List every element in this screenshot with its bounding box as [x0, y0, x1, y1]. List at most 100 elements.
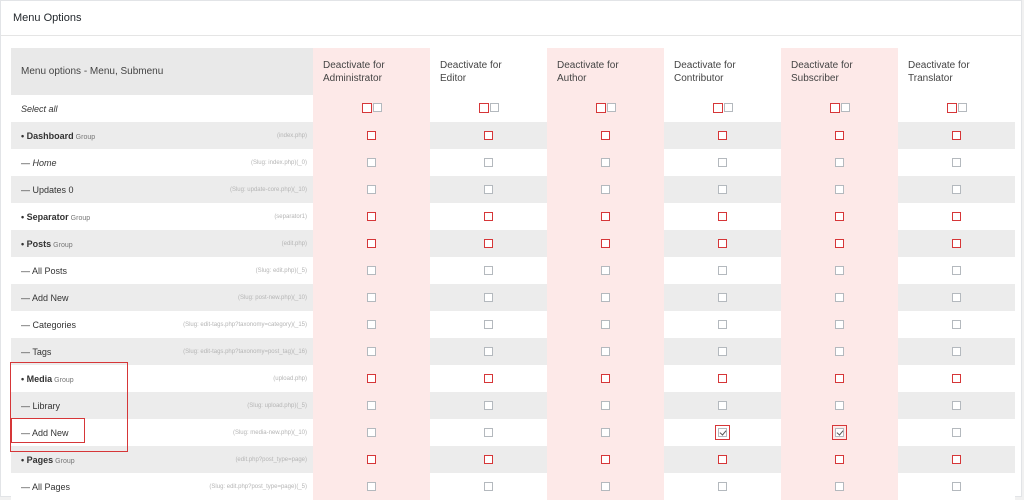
deactivate-checkbox[interactable] — [835, 400, 844, 410]
deactivate-checkbox[interactable] — [484, 319, 493, 329]
deactivate-checkbox[interactable] — [952, 400, 961, 410]
deactivate-checkbox[interactable] — [367, 184, 376, 194]
deactivate-checkbox[interactable] — [952, 157, 961, 167]
deactivate-checkbox[interactable] — [835, 427, 844, 437]
deactivate-checkbox[interactable] — [367, 373, 376, 383]
deactivate-checkbox[interactable] — [952, 454, 961, 464]
deactivate-checkbox[interactable] — [601, 130, 610, 140]
deactivate-checkbox[interactable] — [718, 211, 727, 221]
deactivate-checkbox[interactable] — [601, 157, 610, 167]
deactivate-checkbox[interactable] — [718, 130, 727, 140]
deactivate-checkbox[interactable] — [952, 265, 961, 275]
deactivate-checkbox[interactable] — [718, 319, 727, 329]
select-all-toggle-checkbox[interactable] — [606, 102, 616, 112]
deactivate-checkbox[interactable] — [718, 427, 727, 437]
deactivate-checkbox[interactable] — [952, 427, 961, 437]
deactivate-checkbox[interactable] — [367, 211, 376, 221]
deactivate-checkbox[interactable] — [367, 130, 376, 140]
deactivate-checkbox[interactable] — [601, 265, 610, 275]
deactivate-checkbox[interactable] — [601, 427, 610, 437]
deactivate-checkbox[interactable] — [367, 157, 376, 167]
deactivate-checkbox[interactable] — [367, 346, 376, 356]
deactivate-checkbox[interactable] — [835, 346, 844, 356]
deactivate-checkbox[interactable] — [952, 373, 961, 383]
deactivate-checkbox[interactable] — [601, 481, 610, 491]
select-all-checkbox[interactable] — [595, 102, 606, 113]
deactivate-checkbox[interactable] — [718, 265, 727, 275]
deactivate-checkbox[interactable] — [952, 184, 961, 194]
deactivate-checkbox[interactable] — [601, 373, 610, 383]
deactivate-checkbox[interactable] — [601, 346, 610, 356]
deactivate-checkbox[interactable] — [484, 157, 493, 167]
deactivate-checkbox[interactable] — [367, 481, 376, 491]
checkbox-cell-subscriber — [781, 338, 898, 365]
deactivate-checkbox[interactable] — [367, 400, 376, 410]
deactivate-checkbox[interactable] — [952, 238, 961, 248]
deactivate-checkbox[interactable] — [601, 184, 610, 194]
deactivate-checkbox[interactable] — [718, 157, 727, 167]
select-all-checkbox[interactable] — [946, 102, 957, 113]
deactivate-checkbox[interactable] — [601, 292, 610, 302]
select-all-checkbox[interactable] — [361, 102, 372, 113]
deactivate-checkbox[interactable] — [484, 130, 493, 140]
deactivate-checkbox[interactable] — [952, 346, 961, 356]
deactivate-checkbox[interactable] — [484, 211, 493, 221]
deactivate-checkbox[interactable] — [718, 454, 727, 464]
deactivate-checkbox[interactable] — [952, 211, 961, 221]
deactivate-checkbox[interactable] — [367, 265, 376, 275]
deactivate-checkbox[interactable] — [484, 400, 493, 410]
deactivate-checkbox[interactable] — [484, 184, 493, 194]
checkbox-cell-translator — [898, 122, 1015, 149]
deactivate-checkbox[interactable] — [601, 319, 610, 329]
deactivate-checkbox[interactable] — [835, 211, 844, 221]
deactivate-checkbox[interactable] — [367, 238, 376, 248]
deactivate-checkbox[interactable] — [718, 481, 727, 491]
select-all-checkbox[interactable] — [478, 102, 489, 113]
deactivate-checkbox[interactable] — [835, 157, 844, 167]
deactivate-checkbox[interactable] — [835, 481, 844, 491]
select-all-checkbox[interactable] — [829, 102, 840, 113]
deactivate-checkbox[interactable] — [718, 400, 727, 410]
deactivate-checkbox[interactable] — [835, 292, 844, 302]
deactivate-checkbox[interactable] — [835, 373, 844, 383]
deactivate-checkbox[interactable] — [718, 346, 727, 356]
deactivate-checkbox[interactable] — [484, 454, 493, 464]
deactivate-checkbox[interactable] — [484, 481, 493, 491]
deactivate-checkbox[interactable] — [835, 130, 844, 140]
select-all-toggle-checkbox[interactable] — [840, 102, 850, 112]
select-all-toggle-checkbox[interactable] — [489, 102, 499, 112]
deactivate-checkbox[interactable] — [484, 265, 493, 275]
deactivate-checkbox[interactable] — [484, 238, 493, 248]
deactivate-checkbox[interactable] — [718, 184, 727, 194]
deactivate-checkbox[interactable] — [835, 319, 844, 329]
select-all-toggle-checkbox[interactable] — [723, 102, 733, 112]
deactivate-checkbox[interactable] — [601, 454, 610, 464]
select-all-checkbox[interactable] — [712, 102, 723, 113]
deactivate-checkbox[interactable] — [601, 211, 610, 221]
deactivate-checkbox[interactable] — [367, 319, 376, 329]
deactivate-checkbox[interactable] — [601, 238, 610, 248]
deactivate-checkbox[interactable] — [718, 238, 727, 248]
deactivate-checkbox[interactable] — [835, 184, 844, 194]
deactivate-checkbox[interactable] — [718, 292, 727, 302]
checkbox-cell-subscriber — [781, 311, 898, 338]
deactivate-checkbox[interactable] — [484, 346, 493, 356]
select-all-toggle-checkbox[interactable] — [957, 102, 967, 112]
deactivate-checkbox[interactable] — [835, 265, 844, 275]
deactivate-checkbox[interactable] — [367, 427, 376, 437]
deactivate-checkbox[interactable] — [484, 427, 493, 437]
deactivate-checkbox[interactable] — [952, 319, 961, 329]
deactivate-checkbox[interactable] — [367, 292, 376, 302]
deactivate-checkbox[interactable] — [952, 292, 961, 302]
deactivate-checkbox[interactable] — [484, 292, 493, 302]
table-header-row: Menu options - Menu, Submenu Deactivate … — [11, 48, 1015, 95]
deactivate-checkbox[interactable] — [952, 481, 961, 491]
deactivate-checkbox[interactable] — [484, 373, 493, 383]
deactivate-checkbox[interactable] — [835, 238, 844, 248]
deactivate-checkbox[interactable] — [601, 400, 610, 410]
deactivate-checkbox[interactable] — [952, 130, 961, 140]
deactivate-checkbox[interactable] — [367, 454, 376, 464]
deactivate-checkbox[interactable] — [835, 454, 844, 464]
deactivate-checkbox[interactable] — [718, 373, 727, 383]
select-all-toggle-checkbox[interactable] — [372, 102, 382, 112]
